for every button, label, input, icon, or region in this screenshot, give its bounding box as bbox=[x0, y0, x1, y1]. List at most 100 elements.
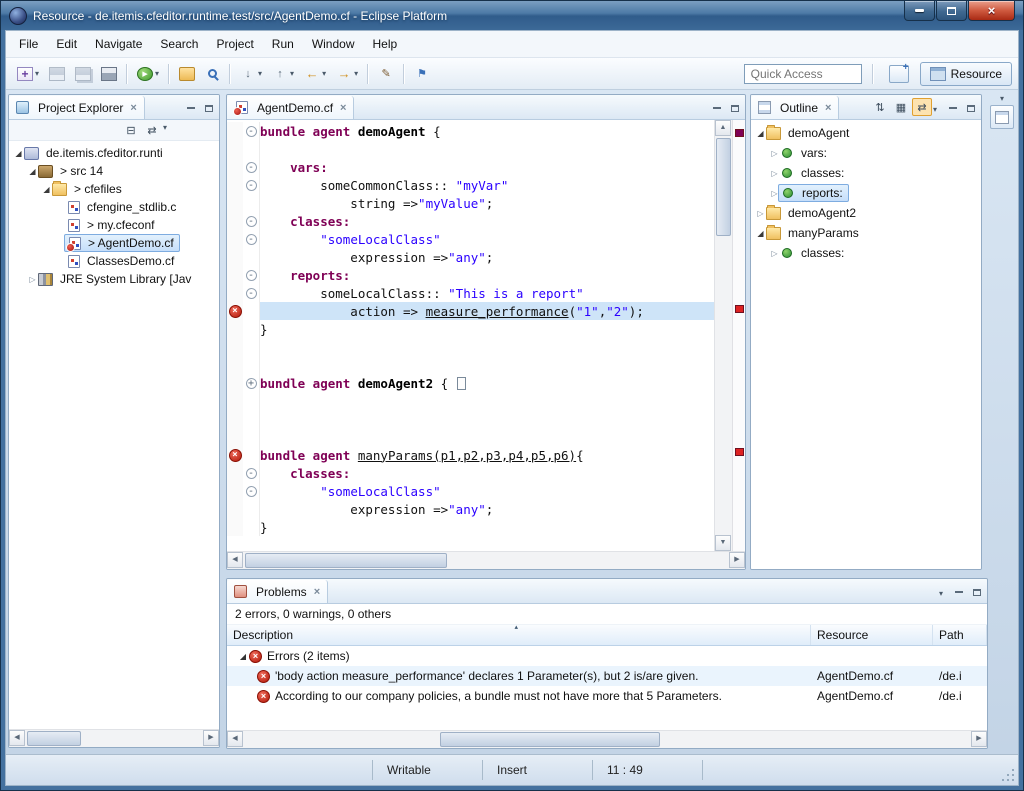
dropdown-arrow-icon[interactable]: ▾ bbox=[35, 69, 39, 78]
scroll-right-icon[interactable]: ▶ bbox=[971, 731, 987, 747]
external-tools-button[interactable]: ▶▾ bbox=[133, 63, 163, 85]
tab-problems[interactable]: Problems × bbox=[227, 580, 328, 603]
close-view-icon[interactable]: × bbox=[825, 102, 831, 114]
menu-run[interactable]: Run bbox=[263, 33, 303, 55]
outline-item-demoagent2[interactable]: ▷demoAgent2 bbox=[751, 203, 981, 223]
previous-annotation-button[interactable]: ↑▾ bbox=[268, 63, 298, 85]
code-line-19[interactable]: ×bundle agent manyParams(p1,p2,p3,p4,p5,… bbox=[227, 446, 714, 464]
code-line-11[interactable]: × action => measure_performance("1","2")… bbox=[227, 302, 714, 320]
outline-item-reports[interactable]: ▷reports: bbox=[751, 183, 981, 203]
scroll-down-icon[interactable]: ▼ bbox=[715, 535, 731, 551]
forward-button[interactable]: →▾ bbox=[332, 63, 362, 85]
pe-item-my-cfeconf[interactable]: > my.cfeconf bbox=[9, 216, 219, 234]
menu-file[interactable]: File bbox=[10, 33, 47, 55]
outline-item-classes[interactable]: ▷classes: bbox=[751, 163, 981, 183]
project-explorer-hscrollbar[interactable]: ◀ ▶ bbox=[9, 729, 219, 747]
overview-mark[interactable] bbox=[735, 448, 744, 456]
code-line-20[interactable]: - classes: bbox=[227, 464, 714, 482]
expander-closed-icon[interactable]: ▷ bbox=[769, 149, 780, 158]
code-line-6[interactable]: - classes: bbox=[227, 212, 714, 230]
outline-item-classes[interactable]: ▷classes: bbox=[751, 243, 981, 263]
code-line-23[interactable]: } bbox=[227, 518, 714, 536]
problems-hscrollbar[interactable]: ◀ ▶ bbox=[227, 730, 987, 748]
view-menu-icon[interactable]: ▾ bbox=[933, 105, 945, 114]
minimize-editor-button[interactable] bbox=[709, 101, 725, 115]
expander-closed-icon[interactable]: ▷ bbox=[769, 249, 780, 258]
collapsed-region-icon[interactable] bbox=[457, 377, 466, 390]
pe-item-jre-system-library-jav[interactable]: ▷JRE System Library [Jav bbox=[9, 270, 219, 288]
collapse-fold-icon[interactable]: - bbox=[246, 486, 257, 497]
minimize-view-button[interactable] bbox=[183, 101, 199, 115]
restore-views-icon[interactable]: ▾ bbox=[1000, 94, 1004, 103]
collapse-fold-icon[interactable]: - bbox=[246, 270, 257, 281]
code-line-8[interactable]: expression =>"any"; bbox=[227, 248, 714, 266]
search-button[interactable] bbox=[201, 64, 224, 83]
collapse-fold-icon[interactable]: - bbox=[246, 468, 257, 479]
collapse-fold-icon[interactable]: - bbox=[246, 288, 257, 299]
minimize-view-button[interactable] bbox=[951, 585, 967, 599]
scroll-left-icon[interactable]: ◀ bbox=[227, 552, 243, 568]
close-editor-icon[interactable]: × bbox=[340, 102, 346, 114]
pe-item-de-itemis-cfeditor-runti[interactable]: ◢de.itemis.cfeditor.runti bbox=[9, 144, 219, 162]
problem-row[interactable]: ×'body action measure_performance' decla… bbox=[227, 666, 987, 686]
tab-agentdemo-editor[interactable]: AgentDemo.cf × bbox=[227, 96, 354, 119]
editor-vscrollbar[interactable]: ▲ ▼ bbox=[714, 120, 732, 551]
outline-item-manyparams[interactable]: ◢manyParams bbox=[751, 223, 981, 243]
code-line-21[interactable]: - "someLocalClass" bbox=[227, 482, 714, 500]
close-view-icon[interactable]: × bbox=[130, 102, 136, 114]
scroll-right-icon[interactable]: ▶ bbox=[203, 730, 219, 746]
column-header-resource[interactable]: Resource bbox=[811, 625, 933, 645]
dropdown-arrow-icon[interactable]: ▾ bbox=[322, 69, 326, 78]
code-line-14[interactable] bbox=[227, 356, 714, 374]
tab-project-explorer[interactable]: Project Explorer × bbox=[9, 96, 145, 119]
close-button[interactable]: × bbox=[968, 1, 1015, 21]
collapse-fold-icon[interactable]: - bbox=[246, 126, 257, 137]
menu-navigate[interactable]: Navigate bbox=[86, 33, 151, 55]
minimized-view-button[interactable] bbox=[990, 105, 1014, 129]
error-marker-icon[interactable]: × bbox=[229, 449, 242, 462]
code-line-10[interactable]: - someLocalClass:: "This is a report" bbox=[227, 284, 714, 302]
minimize-button[interactable] bbox=[904, 1, 935, 21]
outline-item-demoagent[interactable]: ◢demoAgent bbox=[751, 123, 981, 143]
expander-closed-icon[interactable]: ▷ bbox=[755, 209, 766, 218]
link-with-editor-button[interactable]: ⇄ bbox=[912, 98, 932, 116]
expander-open-icon[interactable]: ◢ bbox=[755, 129, 766, 138]
close-view-icon[interactable]: × bbox=[314, 586, 320, 598]
collapse-fold-icon[interactable]: - bbox=[246, 216, 257, 227]
column-header-path[interactable]: Path bbox=[933, 625, 987, 645]
resource-perspective-button[interactable]: Resource bbox=[920, 62, 1012, 86]
pe-item-cfefiles[interactable]: ◢> cfefiles bbox=[9, 180, 219, 198]
collapse-fold-icon[interactable]: - bbox=[246, 180, 257, 191]
sort-button[interactable]: ⇅ bbox=[870, 98, 890, 116]
scroll-left-icon[interactable]: ◀ bbox=[9, 730, 25, 746]
problem-row[interactable]: ×According to our company policies, a bu… bbox=[227, 686, 987, 706]
pe-item-agentdemo-cf[interactable]: > AgentDemo.cf bbox=[9, 234, 219, 252]
expander-open-icon[interactable]: ◢ bbox=[237, 652, 249, 661]
dropdown-arrow-icon[interactable]: ▾ bbox=[258, 69, 262, 78]
maximize-editor-button[interactable] bbox=[727, 101, 743, 115]
open-folder-button[interactable] bbox=[175, 63, 199, 85]
code-line-4[interactable]: - someCommonClass:: "myVar" bbox=[227, 176, 714, 194]
code-line-9[interactable]: - reports: bbox=[227, 266, 714, 284]
collapse-all-button[interactable]: ⊟ bbox=[121, 121, 141, 139]
titlebar[interactable]: Resource - de.itemis.cfeditor.runtime.te… bbox=[1, 1, 1023, 30]
dropdown-arrow-icon[interactable]: ▾ bbox=[354, 69, 358, 78]
code-line-22[interactable]: expression =>"any"; bbox=[227, 500, 714, 518]
code-line-3[interactable]: - vars: bbox=[227, 158, 714, 176]
new-wizard-button[interactable]: +▾ bbox=[13, 63, 43, 85]
maximize-view-button[interactable] bbox=[201, 101, 217, 115]
collapse-fold-icon[interactable]: - bbox=[246, 162, 257, 173]
back-button[interactable]: ←▾ bbox=[300, 63, 330, 85]
scroll-thumb[interactable] bbox=[440, 732, 660, 747]
code-line-1[interactable]: -bundle agent demoAgent { bbox=[227, 122, 714, 140]
expander-open-icon[interactable]: ◢ bbox=[13, 149, 24, 158]
collapse-fold-icon[interactable]: - bbox=[246, 234, 257, 245]
code-editor[interactable]: -bundle agent demoAgent { - vars:- someCo… bbox=[227, 120, 714, 551]
menu-window[interactable]: Window bbox=[303, 33, 364, 55]
overview-ruler[interactable] bbox=[732, 120, 745, 551]
menu-edit[interactable]: Edit bbox=[47, 33, 86, 55]
overview-mark[interactable] bbox=[735, 129, 744, 137]
code-line-5[interactable]: string =>"myValue"; bbox=[227, 194, 714, 212]
code-line-17[interactable] bbox=[227, 410, 714, 428]
maximize-view-button[interactable] bbox=[963, 101, 979, 115]
